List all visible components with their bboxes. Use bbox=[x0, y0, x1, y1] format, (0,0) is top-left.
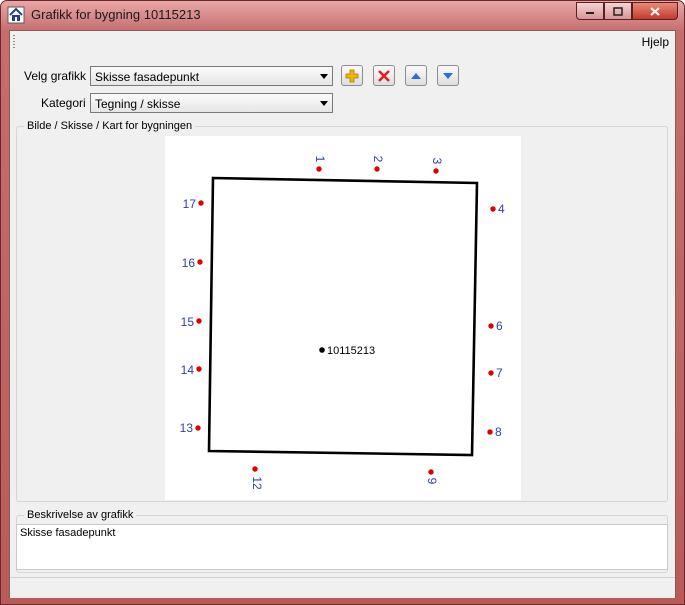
building-id-label: 10115213 bbox=[327, 345, 375, 357]
minimize-icon bbox=[586, 12, 594, 14]
title-bar[interactable]: Grafikk for bygning 10115213 bbox=[1, 1, 684, 29]
velg-grafikk-dropdown[interactable]: Skisse fasadepunkt bbox=[90, 66, 333, 86]
svg-text:3: 3 bbox=[430, 158, 444, 165]
velg-grafikk-label: Velg grafikk bbox=[24, 69, 87, 83]
chevron-down-icon bbox=[320, 74, 328, 79]
building-center-point bbox=[319, 347, 325, 353]
facade-point-13: 13 bbox=[180, 421, 201, 435]
facade-point-14: 14 bbox=[181, 363, 202, 377]
svg-text:7: 7 bbox=[496, 366, 503, 380]
description-group-title: Beskrivelse av grafikk bbox=[24, 509, 137, 521]
window-title: Grafikk for bygning 10115213 bbox=[31, 7, 201, 22]
facade-point-17: 17 bbox=[183, 197, 204, 211]
add-icon bbox=[345, 69, 359, 82]
description-text: Skisse fasadepunkt bbox=[20, 527, 116, 539]
delete-button[interactable] bbox=[373, 65, 395, 86]
application-window: Grafikk for bygning 10115213 Hjelp Velg … bbox=[0, 0, 685, 605]
image-group-title: Bilde / Skisse / Kart for bygningen bbox=[24, 120, 196, 132]
status-bar bbox=[10, 577, 675, 598]
velg-grafikk-value: Skisse fasadepunkt bbox=[95, 70, 200, 84]
kategori-dropdown[interactable]: Tegning / skisse bbox=[90, 93, 333, 113]
svg-text:4: 4 bbox=[498, 202, 505, 216]
close-button[interactable] bbox=[632, 2, 678, 20]
help-menu[interactable]: Hjelp bbox=[642, 35, 669, 49]
add-button[interactable] bbox=[341, 65, 363, 86]
svg-text:6: 6 bbox=[496, 319, 503, 333]
facade-point-1: 1 bbox=[313, 156, 327, 172]
svg-text:1: 1 bbox=[313, 156, 327, 163]
kategori-value: Tegning / skisse bbox=[95, 97, 181, 111]
kategori-label: Kategori bbox=[41, 96, 86, 110]
facade-point-16: 16 bbox=[182, 256, 203, 270]
minimize-button[interactable] bbox=[576, 2, 604, 20]
svg-text:13: 13 bbox=[180, 421, 194, 435]
svg-text:2: 2 bbox=[371, 156, 385, 163]
svg-text:12: 12 bbox=[250, 476, 264, 490]
facade-point-7: 7 bbox=[488, 366, 503, 380]
chevron-down-icon bbox=[320, 101, 328, 106]
menu-bar: Hjelp bbox=[10, 31, 675, 53]
facade-point-9: 9 bbox=[425, 469, 439, 485]
facade-point-4: 4 bbox=[490, 202, 505, 216]
svg-text:17: 17 bbox=[183, 197, 197, 211]
svg-text:15: 15 bbox=[181, 315, 195, 329]
building-outline bbox=[207, 176, 479, 457]
facade-point-2: 2 bbox=[371, 156, 385, 172]
delete-icon bbox=[378, 69, 390, 82]
facade-point-3: 3 bbox=[430, 158, 444, 174]
facade-point-15: 15 bbox=[181, 315, 202, 329]
house-icon bbox=[7, 6, 25, 24]
facade-point-6: 6 bbox=[488, 319, 503, 333]
maximize-icon bbox=[613, 6, 623, 16]
description-textarea[interactable]: Skisse fasadepunkt bbox=[16, 524, 668, 570]
sketch-canvas: 10115213 1 2 3 4 6 7 8 9 12 13 14 15 16 … bbox=[165, 136, 521, 500]
move-up-button[interactable] bbox=[405, 65, 427, 86]
svg-text:16: 16 bbox=[182, 256, 196, 270]
svg-text:8: 8 bbox=[495, 425, 502, 439]
facade-point-8: 8 bbox=[487, 425, 502, 439]
move-down-button[interactable] bbox=[437, 65, 459, 86]
maximize-button[interactable] bbox=[604, 2, 632, 20]
move-down-icon bbox=[443, 72, 453, 79]
facade-point-12: 12 bbox=[250, 466, 264, 490]
svg-text:9: 9 bbox=[425, 478, 439, 485]
facade-sketch: 10115213 1 2 3 4 6 7 8 9 12 13 14 15 16 … bbox=[180, 156, 505, 490]
client-area: Hjelp Velg grafikk Skisse fasadepunkt Ka… bbox=[9, 30, 676, 598]
close-icon bbox=[650, 6, 660, 16]
menu-grip bbox=[13, 35, 15, 49]
svg-text:14: 14 bbox=[181, 363, 195, 377]
move-up-icon bbox=[411, 72, 421, 79]
